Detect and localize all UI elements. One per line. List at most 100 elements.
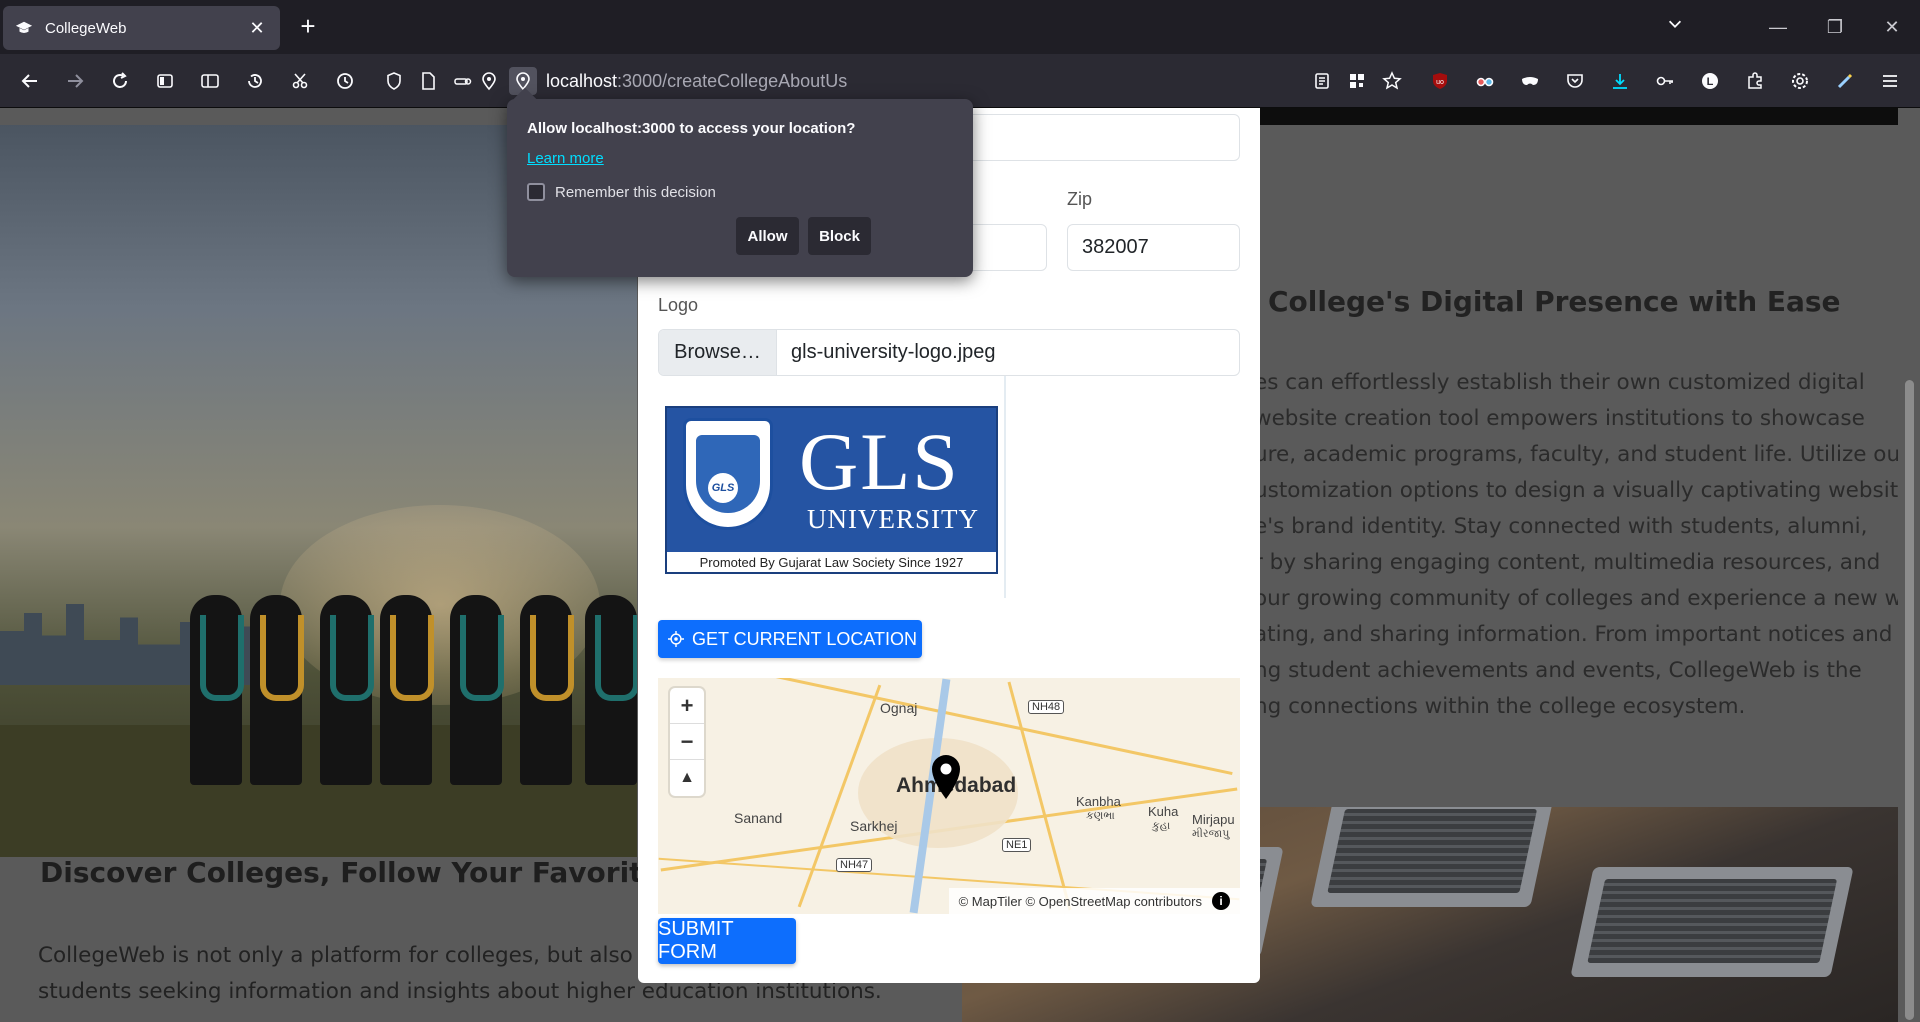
about-line: ustomization options to design a visuall… [1254,478,1898,503]
history-icon[interactable] [241,67,269,95]
get-current-location-button[interactable]: GET CURRENT LOCATION [658,620,922,658]
about-line: website creation tool empowers instituti… [1254,406,1865,431]
map-label-mirjapur-local: મીરજાપુ [1192,828,1230,840]
map-label-sanand: Sanand [734,810,783,826]
navbar-strip [1260,108,1898,125]
about-line: our growing community of colleges and ex… [1254,586,1898,611]
logo-subtitle: UNIVERSITY [807,504,979,534]
reader-panel-icon[interactable] [196,67,224,95]
extension-glasses-icon[interactable] [1471,67,1499,95]
map-shield-nh48: NH48 [1028,700,1065,714]
about-paragraph: es can effortlessly establish their own … [1254,365,1898,725]
private-mask-icon[interactable] [1516,67,1544,95]
info-icon[interactable]: i [1212,892,1230,910]
map-label-sarkhej: Sarkhej [850,818,898,834]
allow-button[interactable]: Allow [736,217,799,255]
logo-file-input[interactable]: Browse… gls-university-logo.jpeg [658,329,1240,376]
settings-gear-icon[interactable] [1786,67,1814,95]
reader-view-icon[interactable] [1308,67,1336,95]
compass-button[interactable]: ▲ [670,760,704,796]
location-button-label: GET CURRENT LOCATION [692,628,918,649]
about-line: r by sharing engaging content, multimedi… [1254,550,1881,575]
svg-text:L: L [1707,76,1714,88]
back-arrow-icon[interactable] [16,67,44,95]
about-heading: College's Digital Presence with Ease [1268,285,1841,318]
logo-label: Logo [658,295,699,315]
location-permission-popup: Allow localhost:3000 to access your loca… [507,87,973,277]
about-line: ure, academic programs, faculty, and stu… [1254,442,1898,467]
ublock-icon[interactable]: uo [1426,67,1454,95]
tab-collegeweb[interactable]: CollegeWeb ✕ [3,6,280,50]
crosshair-icon [668,630,686,648]
scrollbar-thumb[interactable] [1905,380,1914,1020]
permission-question: Allow localhost:3000 to access your loca… [527,120,856,137]
about-line: ng connections within the college ecosys… [1254,694,1746,719]
map-label-kanbha-local: કણભા [1086,810,1115,822]
page-scrollbar[interactable] [1898,108,1920,1022]
remember-checkbox[interactable] [527,183,545,201]
remember-label: Remember this decision [555,183,716,201]
clock-icon[interactable] [331,67,359,95]
map-shield-nh47: NH47 [836,858,873,872]
pocket-icon[interactable] [1561,67,1589,95]
reload-icon[interactable] [106,67,134,95]
minimize-icon[interactable]: — [1763,12,1793,42]
url-host: localhost [546,71,618,91]
hamburger-menu-icon[interactable] [1876,67,1904,95]
attribution-text: © MapTiler © OpenStreetMap contributors [958,893,1202,909]
map-label-kuha-local: કુહા [1152,820,1171,832]
discover-heading: Discover Colleges, Follow Your Favorites… [40,856,718,889]
url-path: :3000/createCollegeAboutUs [617,71,848,91]
close-window-icon[interactable]: ✕ [1877,12,1907,42]
map-shield-ne1: NE1 [1002,838,1032,852]
location-marker-icon[interactable] [929,754,963,800]
account-l-icon[interactable]: L [1696,67,1724,95]
map-label-mirjapur: Mirjapu [1192,812,1235,827]
map-label-ognaj: Ognaj [880,700,918,716]
browse-button[interactable]: Browse… [659,330,777,375]
forward-arrow-icon[interactable] [61,67,89,95]
location-map[interactable]: Ognaj NH48 Ahmedabad Sanand Sarkhej Kanb… [658,678,1240,914]
extensions-puzzle-icon[interactable] [1741,67,1769,95]
map-controls: + − ▲ [670,688,704,796]
selected-file-name: gls-university-logo.jpeg [791,341,996,363]
close-tab-icon[interactable]: ✕ [246,18,268,39]
svg-text:uo: uo [1436,79,1444,86]
logo-promo-text: Promoted By Gujarat Law Society Since 19… [667,552,996,572]
downloads-icon[interactable] [1606,67,1634,95]
crest-badge: GLS [708,473,738,503]
page-info-icon[interactable] [414,67,442,95]
tab-bar: CollegeWeb ✕ + — ❐ ✕ [0,0,1920,54]
learn-more-link[interactable]: Learn more [527,150,604,167]
about-line: ng student achievements and events, Coll… [1254,658,1862,683]
list-all-tabs-icon[interactable] [1660,12,1690,42]
logo-preview: GLS GLS UNIVERSITY Promoted By Gujarat L… [658,376,1006,598]
zoom-in-button[interactable]: + [670,688,704,724]
gls-university-logo: GLS GLS UNIVERSITY Promoted By Gujarat L… [665,406,998,574]
location-pin-icon[interactable] [475,67,503,95]
new-tab-button[interactable]: + [293,12,323,42]
sidebar-icon[interactable] [151,67,179,95]
block-button[interactable]: Block [808,217,871,255]
zip-input[interactable]: 382007 [1067,224,1240,271]
about-line: ating, and sharing information. From imp… [1254,622,1893,647]
submit-form-button[interactable]: SUBMIT FORM [658,918,796,964]
map-label-kuha: Kuha [1148,804,1179,819]
about-line: es can effortlessly establish their own … [1254,370,1865,395]
tracking-shield-icon[interactable] [380,67,408,95]
url-bar[interactable]: localhost:3000/createCollegeAboutUs [546,71,847,92]
restore-icon[interactable]: ❐ [1820,12,1850,42]
map-label-kanbha: Kanbha [1076,794,1121,809]
qr-code-icon[interactable] [1343,67,1371,95]
color-picker-icon[interactable] [1831,67,1859,95]
screenshot-icon[interactable] [286,67,314,95]
remember-decision[interactable]: Remember this decision [527,183,716,201]
about-line: e's brand identity. Stay connected with … [1254,514,1868,539]
map-attribution: © MapTiler © OpenStreetMap contributors … [948,888,1240,914]
zoom-out-button[interactable]: − [670,724,704,760]
bookmark-star-icon[interactable] [1378,67,1406,95]
permissions-icon[interactable] [449,67,477,95]
key-icon[interactable] [1651,67,1679,95]
tab-title: CollegeWeb [45,19,127,37]
crest-emblem: GLS [683,418,773,530]
